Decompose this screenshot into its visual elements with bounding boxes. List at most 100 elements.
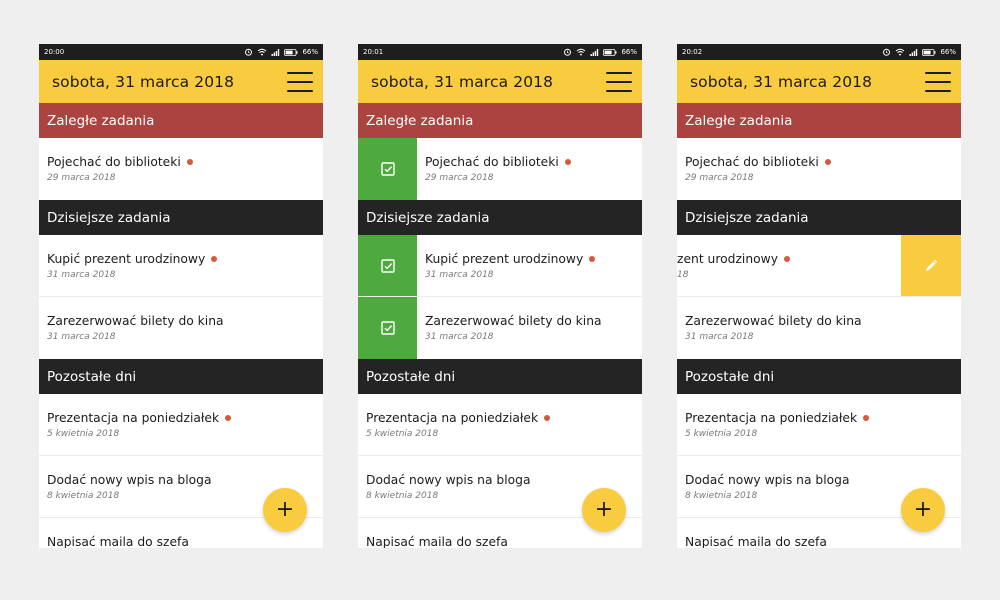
section-header-other-days: Pozostałe dni	[677, 359, 961, 394]
battery-icon	[922, 48, 936, 56]
task-item[interactable]: Pojechać do biblioteki 29 marca 2018	[358, 138, 642, 200]
checkbox-check-icon	[380, 321, 395, 335]
alarm-icon	[563, 48, 572, 56]
task-item[interactable]: Pojechać do biblioteki 29 marca 2018	[39, 138, 323, 200]
task-title: Zarezerwować bilety do kina	[685, 314, 862, 328]
task-item[interactable]: Zarezerwować bilety do kina 31 marca 201…	[677, 297, 961, 359]
task-date: 31 marca 2018	[685, 332, 754, 342]
task-date: 5 kwietnia 2018	[366, 429, 439, 439]
task-item[interactable]: Prezentacja na poniedziałek 5 kwietnia 2…	[677, 394, 961, 456]
task-title: Dodać nowy wpis na bloga	[685, 473, 850, 487]
section-header-overdue: Zaległe zadania	[358, 103, 642, 138]
complete-task-button[interactable]	[358, 297, 417, 359]
task-title: Pojechać do biblioteki	[685, 155, 819, 169]
task-date: 31 marca 2018	[425, 332, 494, 342]
task-date: 31 marca 2018	[47, 270, 116, 280]
task-item-swiped[interactable]: zent urodzinowy 18	[677, 235, 961, 297]
page-title: sobota, 31 marca 2018	[371, 72, 554, 91]
section-header-today: Dzisiejsze zadania	[358, 200, 642, 235]
section-header-overdue: Zaległe zadania	[39, 103, 323, 138]
phone-screen-1: 20:00 66% sobota, 31 marca 2018 Zaległe …	[39, 44, 323, 548]
section-header-other-days: Pozostałe dni	[39, 359, 323, 394]
battery-level: 66%	[940, 48, 956, 56]
signal-icon	[909, 48, 918, 56]
app-bar: sobota, 31 marca 2018	[358, 60, 642, 103]
task-title: Napisać maila do szefa	[685, 535, 827, 548]
wifi-icon	[257, 48, 267, 56]
section-header-overdue: Zaległe zadania	[677, 103, 961, 138]
section-header-today: Dzisiejsze zadania	[39, 200, 323, 235]
priority-dot-icon	[211, 256, 218, 262]
task-title: zent urodzinowy	[677, 252, 778, 266]
priority-dot-icon	[225, 415, 232, 421]
app-bar: sobota, 31 marca 2018	[677, 60, 961, 103]
add-task-button[interactable]: +	[263, 488, 307, 532]
alarm-icon	[244, 48, 253, 56]
page-title: sobota, 31 marca 2018	[52, 72, 235, 91]
task-date: 5 kwietnia 2018	[47, 429, 120, 439]
status-bar: 20:02 66%	[677, 44, 961, 60]
priority-dot-icon	[544, 415, 551, 421]
signal-icon	[271, 48, 280, 56]
alarm-icon	[882, 48, 891, 56]
complete-task-button[interactable]	[358, 235, 417, 296]
task-date: 31 marca 2018	[47, 332, 116, 342]
task-date: 5 kwietnia 2018	[685, 429, 758, 439]
add-task-button[interactable]: +	[901, 488, 945, 532]
section-header-other-days: Pozostałe dni	[358, 359, 642, 394]
checkbox-check-icon	[380, 258, 395, 273]
plus-icon: +	[275, 497, 295, 522]
hamburger-menu-icon[interactable]	[606, 71, 632, 92]
status-time: 20:01	[363, 48, 384, 56]
add-task-button[interactable]: +	[582, 488, 626, 532]
hamburger-menu-icon[interactable]	[925, 71, 951, 92]
task-item[interactable]: Kupić prezent urodzinowy 31 marca 2018	[39, 235, 323, 297]
task-item[interactable]: Kupić prezent urodzinowy 31 marca 2018	[358, 235, 642, 297]
hamburger-menu-icon[interactable]	[287, 71, 313, 92]
task-item[interactable]: Zarezerwować bilety do kina 31 marca 201…	[358, 297, 642, 359]
edit-task-button[interactable]	[901, 235, 961, 296]
plus-icon: +	[913, 497, 933, 522]
task-item[interactable]: Prezentacja na poniedziałek 5 kwietnia 2…	[358, 394, 642, 456]
priority-dot-icon	[863, 415, 870, 421]
task-item[interactable]: Zarezerwować bilety do kina 31 marca 201…	[39, 297, 323, 359]
phone-screen-3: 20:02 66% sobota, 31 marca 2018 Zaległe …	[677, 44, 961, 548]
task-title: Pojechać do biblioteki	[425, 155, 559, 169]
status-bar: 20:00 66%	[39, 44, 323, 60]
checkbox-check-icon	[380, 162, 395, 176]
task-date: 29 marca 2018	[425, 173, 494, 183]
priority-dot-icon	[186, 159, 193, 165]
wifi-icon	[895, 48, 905, 56]
task-title: Napisać maila do szefa	[47, 535, 189, 548]
status-time: 20:00	[44, 48, 65, 56]
task-title: Zarezerwować bilety do kina	[47, 314, 224, 328]
complete-task-button[interactable]	[358, 138, 417, 200]
priority-dot-icon	[564, 159, 571, 165]
battery-level: 66%	[302, 48, 318, 56]
task-item[interactable]: Pojechać do biblioteki 29 marca 2018	[677, 138, 961, 200]
task-title: Kupić prezent urodzinowy	[47, 252, 206, 266]
pencil-icon	[926, 259, 938, 271]
task-title: Dodać nowy wpis na bloga	[366, 473, 531, 487]
task-title: Zarezerwować bilety do kina	[425, 314, 602, 328]
battery-icon	[284, 48, 298, 56]
battery-level: 66%	[621, 48, 637, 56]
task-title: Prezentacja na poniedziałek	[366, 411, 539, 425]
task-title: Kupić prezent urodzinowy	[425, 252, 584, 266]
status-time: 20:02	[682, 48, 703, 56]
wifi-icon	[576, 48, 586, 56]
app-bar: sobota, 31 marca 2018	[39, 60, 323, 103]
section-header-today: Dzisiejsze zadania	[677, 200, 961, 235]
task-date: 29 marca 2018	[47, 173, 116, 183]
status-bar: 20:01 66%	[358, 44, 642, 60]
task-title: Dodać nowy wpis na bloga	[47, 473, 212, 487]
task-title: Napisać maila do szefa	[366, 535, 508, 548]
page-title: sobota, 31 marca 2018	[690, 72, 873, 91]
task-title: Prezentacja na poniedziałek	[47, 411, 220, 425]
signal-icon	[590, 48, 599, 56]
battery-icon	[603, 48, 617, 56]
priority-dot-icon	[589, 256, 596, 262]
priority-dot-icon	[824, 159, 831, 165]
task-item[interactable]: Prezentacja na poniedziałek 5 kwietnia 2…	[39, 394, 323, 456]
priority-dot-icon	[783, 256, 790, 262]
